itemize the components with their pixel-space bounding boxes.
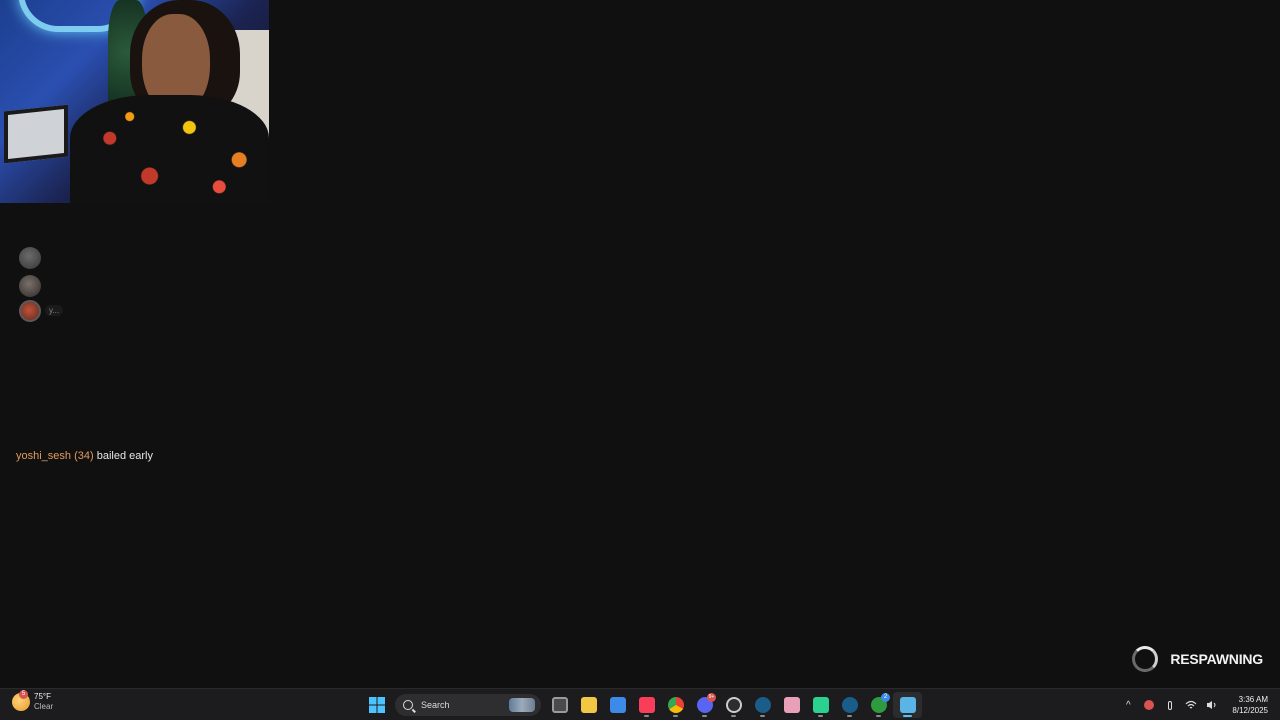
taskbar: 5 75°F Clear Search 9+ 2 ^ 3:36 AM 8/12/… xyxy=(0,688,1280,720)
viewer-avatar[interactable] xyxy=(19,275,41,297)
stream-overlay: y... yoshi_sesh (34) bailed early RESPAW… xyxy=(0,0,1280,688)
steam-button[interactable] xyxy=(748,692,777,718)
event-text: bailed early xyxy=(96,450,153,462)
folder-icon xyxy=(580,697,597,713)
microphone-icon[interactable] xyxy=(1163,698,1177,712)
obs-icon xyxy=(725,697,742,713)
weather-text: 75°F Clear xyxy=(34,692,53,712)
search-icon xyxy=(403,700,413,710)
weather-badge: 5 xyxy=(19,690,28,699)
viewer-avatar[interactable] xyxy=(19,300,41,322)
chrome-icon xyxy=(667,697,684,713)
clock-time: 3:36 AM xyxy=(1238,695,1268,704)
webcam-feed xyxy=(0,0,269,203)
respawn-label: RESPAWNING xyxy=(1170,651,1263,667)
start-button[interactable] xyxy=(362,692,391,718)
green-app-icon xyxy=(812,697,829,713)
active-app-button[interactable] xyxy=(893,692,922,718)
respawn-indicator: RESPAWNING xyxy=(1132,646,1263,672)
search-placeholder: Search xyxy=(421,700,450,710)
active-app-icon xyxy=(899,697,916,713)
file-explorer-button[interactable] xyxy=(574,692,603,718)
streamer-shirt xyxy=(70,95,269,203)
loading-spinner-icon xyxy=(1132,646,1159,672)
wifi-icon[interactable] xyxy=(1184,698,1198,712)
windows-logo-icon xyxy=(368,697,385,713)
discord-badge: 9+ xyxy=(707,693,716,702)
system-tray: ^ 3:36 AM 8/12/2025 xyxy=(1121,692,1268,718)
pink-app-button[interactable] xyxy=(777,692,806,718)
obs-button[interactable] xyxy=(719,692,748,718)
task-view-button[interactable] xyxy=(545,692,574,718)
music-button[interactable] xyxy=(632,692,661,718)
weather-widget[interactable]: 5 75°F Clear xyxy=(12,690,53,712)
steam-2-icon xyxy=(841,697,858,713)
weather-sun-icon: 5 xyxy=(12,690,30,711)
viewer-avatar-label: y... xyxy=(45,305,64,316)
taskbar-apps: Search 9+ 2 xyxy=(362,692,922,718)
xbox-badge: 2 xyxy=(881,693,890,702)
desk-monitor xyxy=(4,104,68,164)
event-username: yoshi_sesh (34) xyxy=(16,450,94,462)
store-button[interactable] xyxy=(603,692,632,718)
viewer-avatar[interactable] xyxy=(19,247,41,269)
volume-icon[interactable] xyxy=(1205,698,1219,712)
event-notification: yoshi_sesh (34) bailed early xyxy=(16,450,153,462)
steam-2-button[interactable] xyxy=(835,692,864,718)
security-icon[interactable] xyxy=(1142,698,1156,712)
wifi-glyph xyxy=(1185,700,1197,709)
music-icon xyxy=(638,697,655,713)
store-icon xyxy=(609,697,626,713)
search-highlight-image xyxy=(509,698,535,712)
chevron-up-icon[interactable]: ^ xyxy=(1121,698,1135,712)
clock[interactable]: 3:36 AM 8/12/2025 xyxy=(1232,694,1268,716)
taskbar-search[interactable]: Search xyxy=(395,694,541,716)
clock-date: 8/12/2025 xyxy=(1232,706,1268,715)
green-app-button[interactable] xyxy=(806,692,835,718)
pink-app-icon xyxy=(783,697,800,713)
speaker-glyph xyxy=(1207,701,1216,709)
task-view-icon xyxy=(551,697,568,713)
weather-temperature: 75°F xyxy=(34,692,51,701)
steam-icon xyxy=(754,697,771,713)
discord-button[interactable]: 9+ xyxy=(690,692,719,718)
chrome-button[interactable] xyxy=(661,692,690,718)
xbox-button[interactable]: 2 xyxy=(864,692,893,718)
weather-condition: Clear xyxy=(34,702,54,711)
